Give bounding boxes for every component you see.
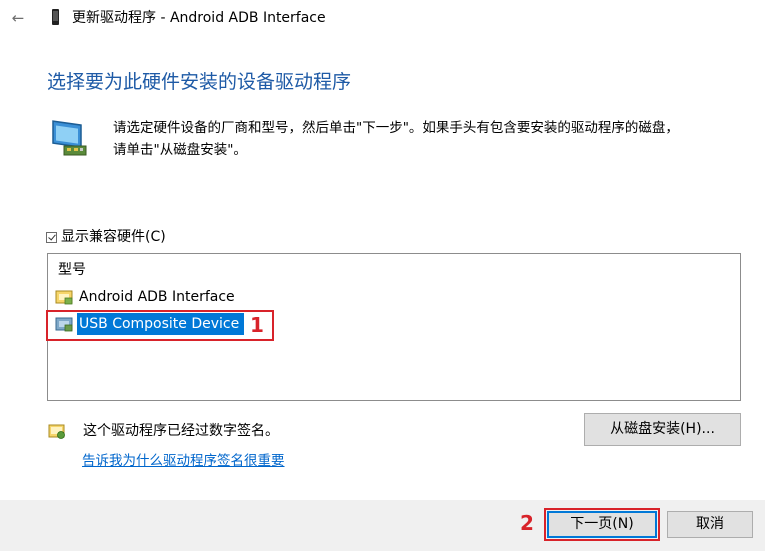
phone-icon — [52, 9, 59, 25]
list-header-model: 型号 — [58, 262, 86, 278]
annotation-number-1: 1 — [250, 313, 264, 337]
back-arrow-icon: ← — [11, 9, 25, 27]
driver-icon — [55, 290, 73, 305]
list-item-label: Android ADB Interface — [79, 289, 235, 305]
cancel-button[interactable]: 取消 — [667, 511, 753, 538]
list-item-android-adb-interface[interactable]: Android ADB Interface — [55, 286, 240, 308]
instruction-text: 请选定硬件设备的厂商和型号，然后单击"下一步"。如果手头有包含要安装的驱动程序的… — [113, 117, 753, 161]
hardware-monitor-icon — [52, 120, 87, 156]
annotation-box-step-1 — [46, 310, 274, 341]
annotation-box-step-2 — [544, 508, 660, 541]
annotation-number-2: 2 — [520, 511, 534, 535]
show-compatible-hardware-checkbox[interactable]: 显示兼容硬件(C) — [46, 228, 166, 246]
instruction-line-1: 请选定硬件设备的厂商和型号，然后单击"下一步"。如果手头有包含要安装的驱动程序的… — [113, 120, 679, 136]
instruction-line-2: 请单击"从磁盘安装"。 — [113, 142, 247, 158]
back-button[interactable]: ← — [8, 6, 28, 30]
signed-driver-icon — [48, 424, 65, 439]
page-heading: 选择要为此硬件安装的设备驱动程序 — [47, 71, 352, 93]
driver-signing-info-link[interactable]: 告诉我为什么驱动程序签名很重要 — [82, 451, 285, 471]
checkbox-label: 显示兼容硬件(C) — [61, 229, 166, 245]
signed-status-text: 这个驱动程序已经过数字签名。 — [83, 423, 279, 439]
have-disk-button[interactable]: 从磁盘安装(H)... — [584, 413, 741, 446]
window-title: 更新驱动程序 - Android ADB Interface — [72, 10, 326, 26]
checkbox-checked-icon[interactable] — [46, 231, 57, 243]
